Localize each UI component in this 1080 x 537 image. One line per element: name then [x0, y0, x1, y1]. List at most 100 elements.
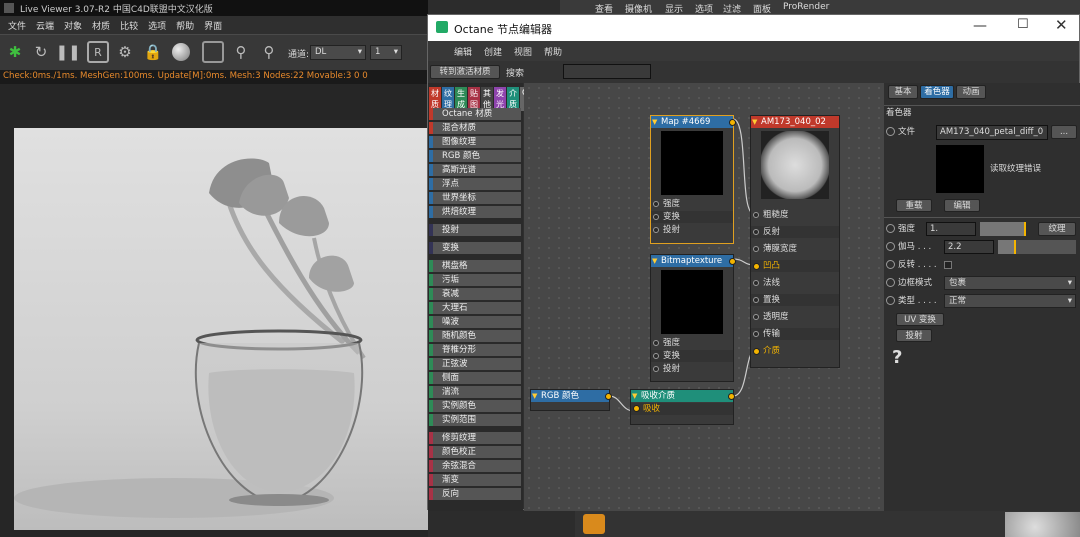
region-render-icon[interactable]: R — [87, 41, 109, 63]
library-item[interactable]: 实例颜色 — [429, 400, 521, 412]
node-material-port[interactable]: 反射 — [751, 226, 839, 238]
help-icon[interactable]: ? — [892, 347, 902, 368]
channel-num-select[interactable]: 1 — [370, 45, 402, 60]
output-pin[interactable] — [728, 393, 735, 400]
restart-icon[interactable]: ↻ — [30, 41, 52, 63]
type-select[interactable]: 正常 — [944, 294, 1076, 308]
file-radio[interactable] — [886, 127, 895, 136]
library-item[interactable]: 湍流 — [429, 386, 521, 398]
library-item[interactable]: 烘焙纹理 — [429, 206, 521, 218]
library-item[interactable]: 脊椎分形 — [429, 344, 521, 356]
goto-active-material-button[interactable]: 转到激活材质 — [430, 65, 500, 79]
gamma-slider[interactable] — [998, 240, 1076, 254]
input-pin[interactable] — [653, 340, 659, 346]
tab-animation[interactable]: 动画 — [956, 85, 986, 99]
invert-radio[interactable] — [886, 260, 895, 269]
projection-button[interactable]: 投射 — [896, 329, 932, 342]
input-pin[interactable] — [653, 201, 659, 207]
pause-icon[interactable]: ❚❚ — [55, 41, 80, 63]
node-map-port[interactable]: 强度 — [651, 198, 733, 210]
node-material-port[interactable]: 置换 — [751, 294, 839, 306]
close-icon[interactable]: ✕ — [1055, 16, 1068, 34]
oct-menu-view[interactable]: 视图 — [514, 45, 532, 61]
pick-material-icon[interactable]: ⚲ — [258, 41, 280, 63]
library-item[interactable]: 余弦混合 — [429, 460, 521, 472]
library-item[interactable]: 反向 — [429, 488, 521, 500]
invert-checkbox[interactable] — [944, 261, 952, 269]
library-item[interactable]: 世界坐标 — [429, 192, 521, 204]
node-material-port[interactable]: 介质 — [751, 345, 839, 357]
library-item[interactable]: 棋盘格 — [429, 260, 521, 272]
node-map[interactable]: Map #4669 强度 变换 投射 — [650, 115, 736, 244]
node-rgb-color[interactable]: RGB 颜色 — [530, 389, 612, 411]
input-pin[interactable] — [753, 229, 759, 235]
reload-button[interactable]: 重载 — [896, 199, 932, 212]
tab-shader[interactable]: 着色器 — [920, 85, 954, 99]
input-pin[interactable] — [753, 246, 759, 252]
library-item[interactable]: 混合材质 — [429, 122, 521, 134]
library-item[interactable]: 侧面 — [429, 372, 521, 384]
node-graph-canvas[interactable]: Map #4669 强度 变换 投射 Bitmaptexture 强度 变换 投… — [524, 83, 884, 511]
node-absorption-medium[interactable]: 吸收介质 吸收 — [630, 389, 735, 425]
node-material[interactable]: AM173_040_02 粗糙度反射薄膜宽度凹凸法线置换透明度传输介质 — [750, 115, 840, 368]
output-pin[interactable] — [605, 393, 612, 400]
library-item[interactable]: RGB 颜色 — [429, 150, 521, 162]
library-item[interactable]: 污垢 — [429, 274, 521, 286]
library-item[interactable]: 颜色校正 — [429, 446, 521, 458]
render-viewport[interactable] — [14, 128, 428, 530]
library-item[interactable]: 浮点 — [429, 178, 521, 190]
library-item[interactable]: 高斯光谱 — [429, 164, 521, 176]
power-input[interactable]: 1. — [926, 222, 976, 236]
lv-menu-cloud[interactable]: 云端 — [36, 19, 54, 34]
input-pin[interactable] — [753, 263, 760, 270]
lv-menu-material[interactable]: 材质 — [92, 19, 110, 34]
input-pin[interactable] — [753, 314, 759, 320]
library-item[interactable]: 随机颜色 — [429, 330, 521, 342]
file-path-field[interactable]: AM173_040_petal_diff_0 — [936, 125, 1048, 140]
settings-gear-icon[interactable]: ⚙ — [114, 41, 136, 63]
channel-select[interactable]: DL — [310, 45, 366, 60]
type-radio[interactable] — [886, 296, 895, 305]
library-item[interactable]: 噪波 — [429, 316, 521, 328]
gamma-input[interactable]: 2.2 — [944, 240, 994, 254]
pick-focus-icon[interactable]: ⚲ — [230, 41, 252, 63]
node-map-port[interactable]: 变换 — [651, 211, 733, 223]
library-item[interactable]: 投射 — [429, 224, 521, 236]
input-pin[interactable] — [753, 297, 759, 303]
input-pin[interactable] — [753, 212, 759, 218]
library-item[interactable]: 渐变 — [429, 474, 521, 486]
lv-menu-options[interactable]: 选项 — [148, 19, 166, 34]
output-pin[interactable] — [729, 258, 736, 265]
lv-menu-help[interactable]: 帮助 — [176, 19, 194, 34]
oct-menu-create[interactable]: 创建 — [484, 45, 502, 61]
minimize-icon[interactable]: — — [973, 18, 987, 34]
file-browse-button[interactable]: ... — [1051, 125, 1077, 139]
node-material-port[interactable]: 传输 — [751, 328, 839, 340]
lv-menu-interface[interactable]: 界面 — [204, 19, 222, 34]
input-pin[interactable] — [753, 348, 760, 355]
node-bitmap-port[interactable]: 投射 — [651, 363, 733, 375]
lv-menu-file[interactable]: 文件 — [8, 19, 26, 34]
input-pin[interactable] — [753, 280, 759, 286]
bg-menu-item[interactable]: ProRender — [783, 2, 829, 12]
input-pin[interactable] — [653, 366, 659, 372]
clay-mode-icon[interactable] — [202, 41, 224, 63]
lock-icon[interactable]: 🔒 — [142, 41, 164, 63]
input-pin[interactable] — [753, 331, 759, 337]
oct-menu-help[interactable]: 帮助 — [544, 45, 562, 61]
input-pin[interactable] — [653, 353, 659, 359]
texture-button[interactable]: 纹理 — [1038, 222, 1076, 236]
input-pin[interactable] — [653, 227, 659, 233]
tab-basic[interactable]: 基本 — [888, 85, 918, 99]
library-item[interactable]: 大理石 — [429, 302, 521, 314]
lv-menu-object[interactable]: 对象 — [64, 19, 82, 34]
input-pin[interactable] — [653, 214, 659, 220]
library-item[interactable]: Octane 材质 — [429, 108, 521, 120]
node-bitmaptexture[interactable]: Bitmaptexture 强度 变换 投射 — [650, 254, 736, 382]
node-bitmap-port[interactable]: 强度 — [651, 337, 733, 349]
library-item[interactable]: 实例范围 — [429, 414, 521, 426]
node-material-port[interactable]: 透明度 — [751, 311, 839, 323]
edit-button[interactable]: 编辑 — [944, 199, 980, 212]
output-pin[interactable] — [729, 119, 736, 126]
border-radio[interactable] — [886, 278, 895, 287]
